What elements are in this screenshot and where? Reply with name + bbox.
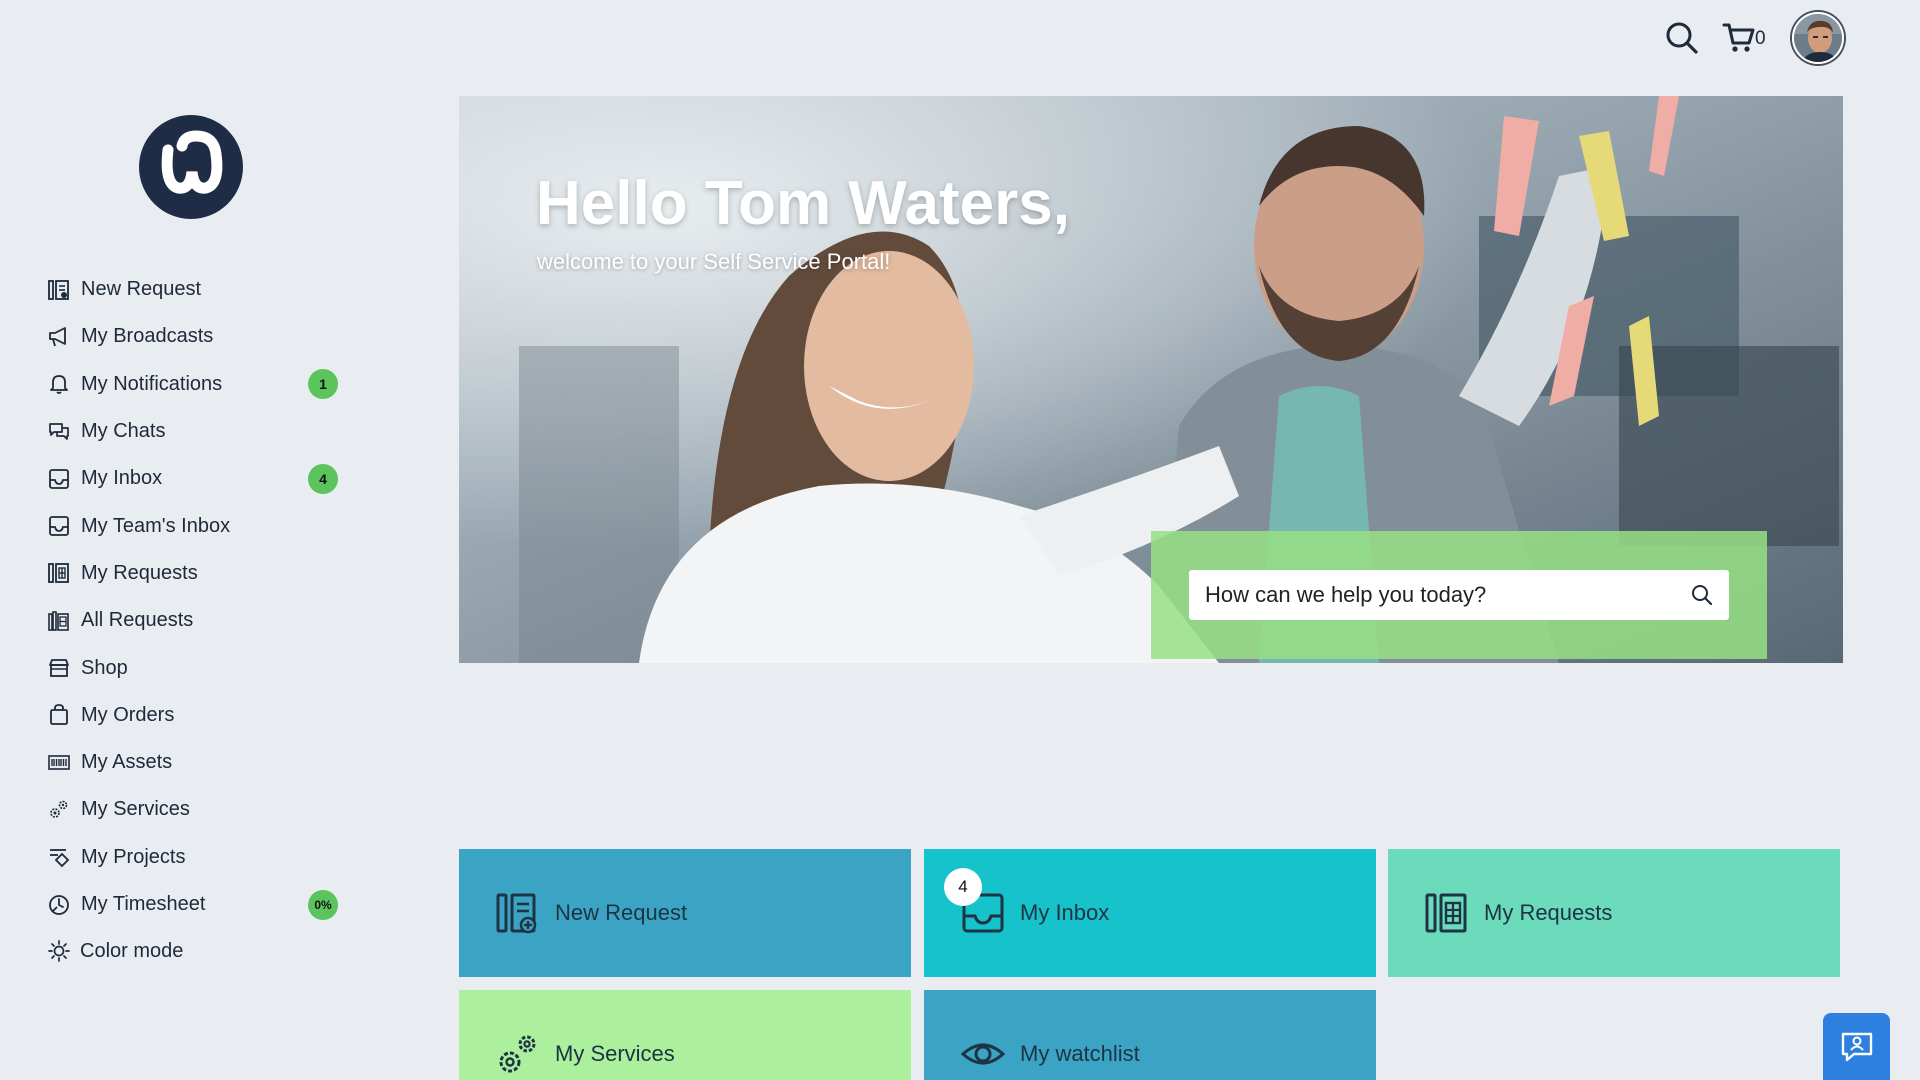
sun-icon	[48, 938, 74, 964]
sidebar-item-my-requests[interactable]: My Requests	[48, 550, 338, 597]
megaphone-icon	[48, 324, 74, 350]
color-mode-label: Color mode	[80, 939, 184, 962]
sidebar-item-all-requests[interactable]: All Requests	[48, 597, 338, 644]
sidebar-item-label: New Request	[81, 278, 202, 301]
top-bar: 0	[1664, 12, 1844, 64]
sidebar-item-label: My Team's Inbox	[81, 514, 231, 537]
inbox-count-badge: 4	[308, 463, 338, 494]
gears-icon	[48, 797, 74, 823]
inbox-icon	[48, 513, 74, 539]
projects-icon	[48, 844, 74, 870]
hero-search-box	[1189, 570, 1729, 620]
tile-label: New Request	[555, 900, 688, 925]
sidebar-item-label: My Notifications	[81, 372, 223, 395]
gears-icon	[493, 1029, 543, 1079]
tile-new-request[interactable]: New Request	[459, 849, 911, 977]
sidebar-item-shop[interactable]: Shop	[48, 644, 338, 691]
requests-icon	[1422, 888, 1472, 938]
sidebar-nav: New Request My Broadcasts My Notificatio…	[48, 266, 338, 928]
cart-button[interactable]: 0	[1722, 20, 1770, 56]
tile-my-requests[interactable]: My Requests	[1388, 849, 1840, 977]
inbox-icon: 4	[944, 868, 1008, 938]
hero-search-input[interactable]	[1205, 582, 1689, 608]
tile-my-services[interactable]: My Services	[459, 990, 911, 1080]
shop-icon	[48, 655, 74, 681]
timesheet-icon	[48, 892, 74, 918]
sidebar-item-my-orders[interactable]: My Orders	[48, 692, 338, 739]
tile-label: My Inbox	[1020, 900, 1110, 925]
hero-banner: Hello Tom Waters, welcome to your Self S…	[459, 96, 1843, 663]
sidebar-item-my-services[interactable]: My Services	[48, 786, 338, 833]
sidebar-item-label: My Broadcasts	[81, 325, 214, 348]
inbox-icon	[48, 466, 74, 492]
all-requests-icon	[48, 608, 74, 634]
sidebar-item-my-notifications[interactable]: My Notifications 1	[48, 361, 338, 408]
sidebar-item-label: My Requests	[81, 561, 198, 584]
cart-icon	[1722, 23, 1755, 52]
avatar[interactable]	[1792, 12, 1844, 64]
chat-icon	[48, 419, 74, 445]
sidebar-item-my-projects[interactable]: My Projects	[48, 834, 338, 881]
requests-icon	[48, 560, 74, 586]
tile-label: My Requests	[1484, 900, 1613, 925]
sidebar-item-my-assets[interactable]: My Assets	[48, 739, 338, 786]
sidebar-item-my-inbox[interactable]: My Inbox 4	[48, 455, 338, 502]
eye-icon	[958, 1029, 1008, 1079]
sidebar-item-label: My Inbox	[81, 467, 163, 490]
search-icon[interactable]	[1689, 582, 1715, 608]
search-icon[interactable]	[1664, 20, 1700, 56]
bell-icon	[48, 371, 74, 397]
notification-count-badge: 1	[308, 369, 338, 400]
sidebar-item-label: My Projects	[81, 845, 186, 868]
tile-my-watchlist[interactable]: My watchlist	[924, 990, 1376, 1080]
new-request-icon	[48, 277, 74, 303]
sidebar-item-label: My Chats	[81, 420, 166, 443]
sidebar-item-label: My Orders	[81, 703, 175, 726]
timesheet-progress-badge: 0%	[308, 889, 338, 920]
bag-icon	[48, 702, 74, 728]
sidebar-item-label: Shop	[81, 656, 128, 679]
sidebar-item-label: My Services	[81, 798, 190, 821]
sidebar-item-label: My Timesheet	[81, 893, 206, 915]
barcode-icon	[48, 750, 74, 776]
tile-label: My Services	[555, 1041, 675, 1066]
sidebar-item-label: My Assets	[81, 751, 173, 774]
hero-search-panel	[1151, 531, 1767, 659]
sidebar-item-my-broadcasts[interactable]: My Broadcasts	[48, 313, 338, 360]
hero-title: Hello Tom Waters,	[536, 169, 1070, 238]
color-mode-toggle[interactable]: Color mode	[48, 938, 183, 964]
sidebar-item-new-request[interactable]: New Request	[48, 266, 338, 313]
hero-subtitle: welcome to your Self Service Portal!	[537, 249, 891, 274]
inbox-count-badge: 4	[944, 868, 982, 906]
tile-label: My watchlist	[1020, 1041, 1140, 1066]
chat-support-icon	[1841, 1032, 1872, 1061]
chat-support-button[interactable]	[1823, 1013, 1890, 1080]
new-request-icon	[493, 888, 543, 938]
sidebar-item-my-chats[interactable]: My Chats	[48, 408, 338, 455]
cart-count: 0	[1755, 28, 1766, 49]
tile-my-inbox[interactable]: 4 My Inbox	[924, 849, 1376, 977]
sidebar-item-my-teams-inbox[interactable]: My Team's Inbox	[48, 502, 338, 549]
logo[interactable]	[138, 114, 244, 220]
sidebar-item-label: All Requests	[81, 609, 194, 632]
sidebar-item-my-timesheet[interactable]: My Timesheet 0%	[48, 881, 338, 928]
